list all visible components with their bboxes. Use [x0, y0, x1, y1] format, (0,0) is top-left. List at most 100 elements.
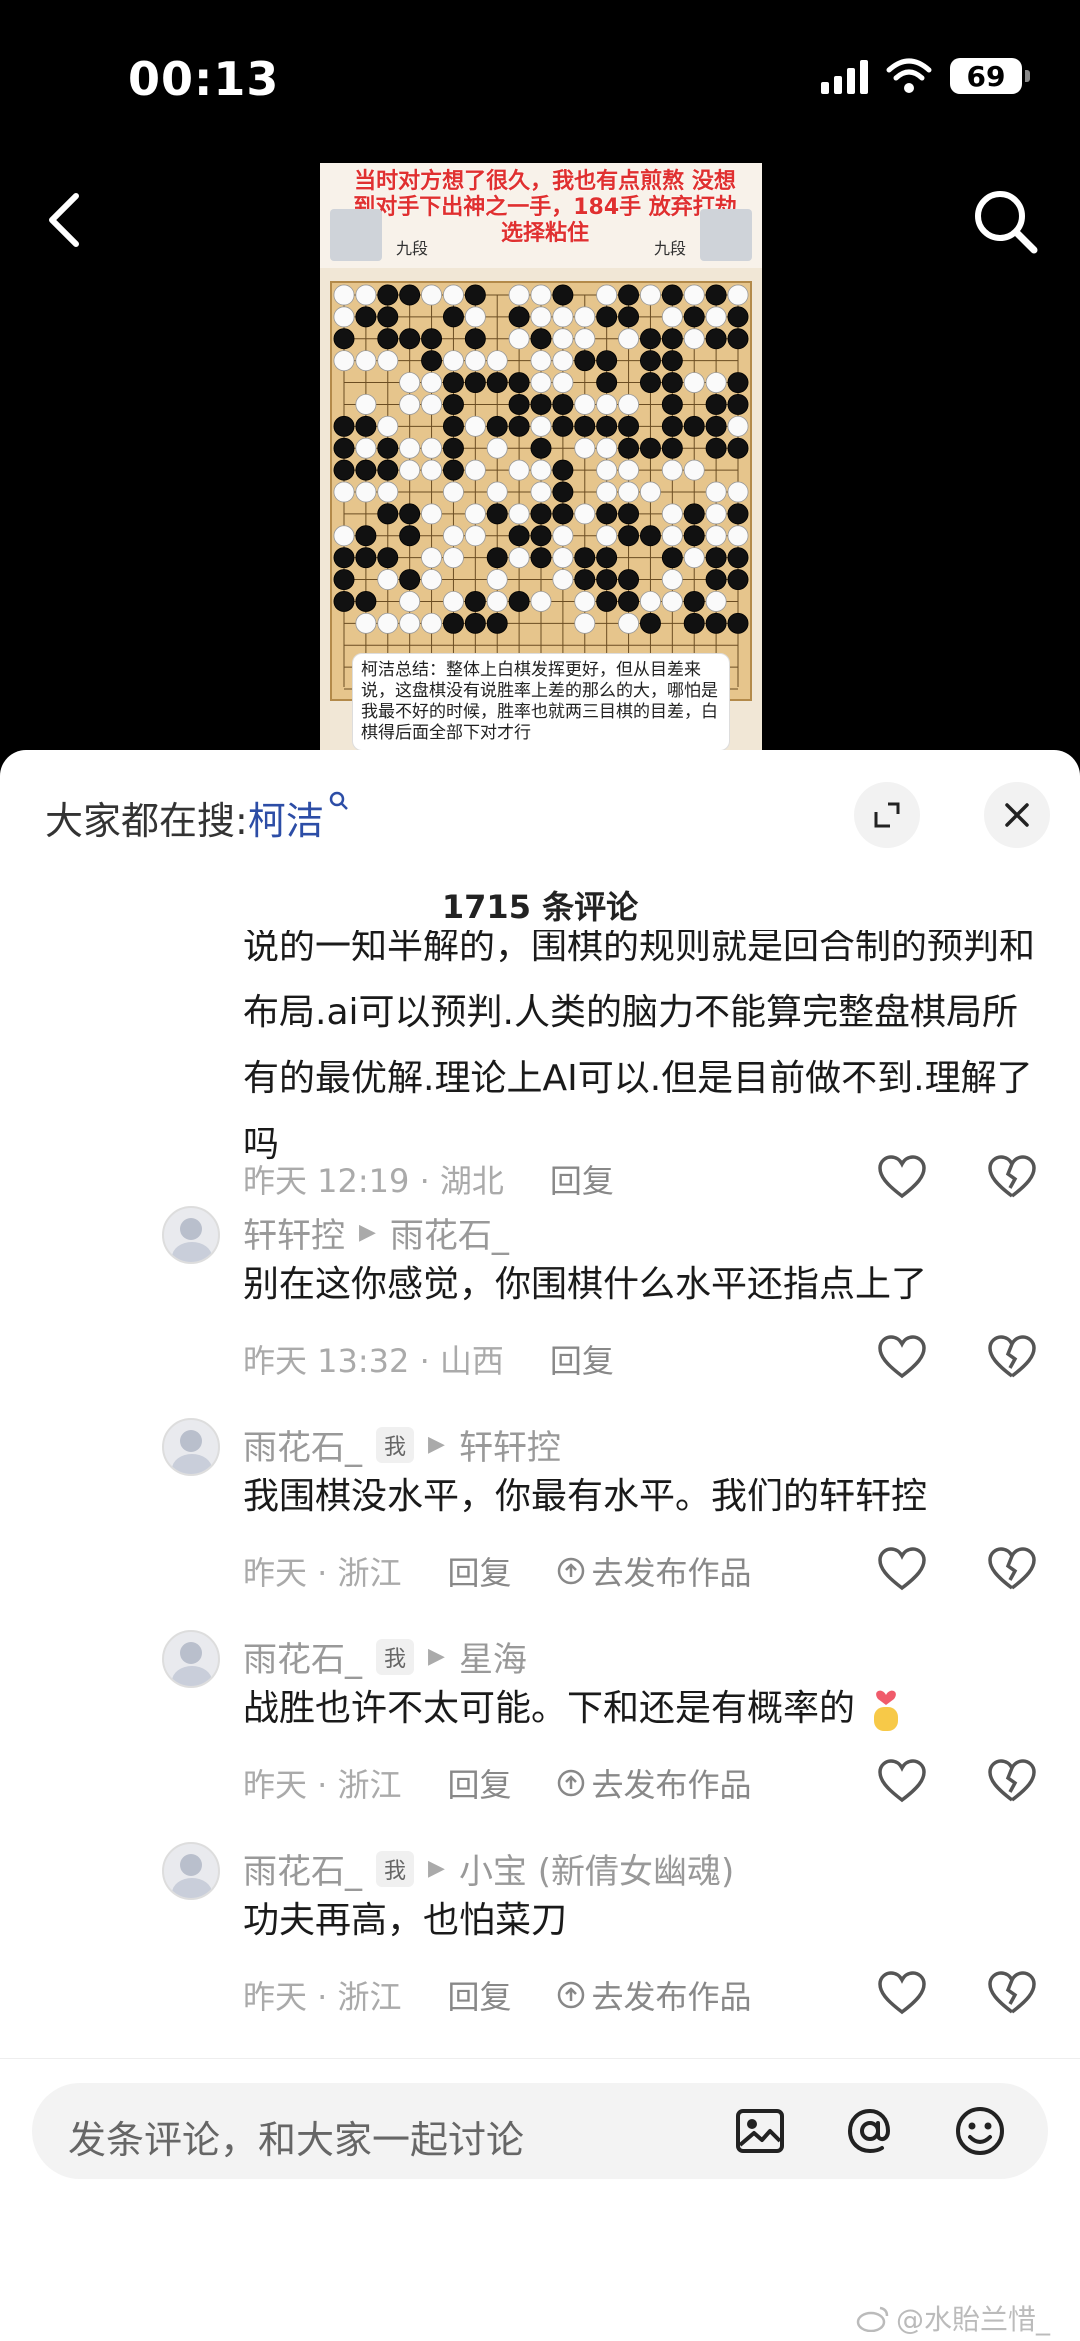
trending-search[interactable]: 大家都在搜:柯洁: [45, 790, 350, 845]
expand-button[interactable]: [854, 782, 920, 848]
black-stone: [661, 415, 683, 437]
player-left-avatar: [330, 209, 382, 261]
black-stone: [333, 415, 355, 437]
reply-button[interactable]: 回复: [448, 1760, 512, 1806]
black-stone: [377, 284, 399, 306]
black-stone: [596, 590, 618, 612]
dislike-broken-heart-icon[interactable]: [986, 1756, 1038, 1808]
comment-reply-to[interactable]: 星海: [459, 1632, 527, 1681]
comment-header: 雨花石_ 我 ▶ 星海: [243, 1632, 527, 1681]
image-icon[interactable]: [730, 2101, 790, 2161]
dislike-broken-heart-icon[interactable]: [986, 1332, 1038, 1384]
comment-author[interactable]: 雨花石_: [243, 1844, 362, 1893]
comment-list[interactable]: 说的一知半解的，围棋的规则就是回合制的预判和布局.ai可以预判.人类的脑力不能算…: [0, 930, 1080, 2058]
comment-author[interactable]: 轩轩控: [243, 1208, 345, 1257]
reply-button[interactable]: 回复: [448, 1972, 512, 2018]
reply-arrow-icon: ▶: [428, 1432, 445, 1457]
black-stone: [355, 306, 377, 328]
black-stone: [355, 547, 377, 569]
white-stone: [618, 393, 640, 415]
dislike-broken-heart-icon[interactable]: [986, 1968, 1038, 2020]
white-stone: [552, 328, 574, 350]
comment-text: 战胜也许不太可能。下和还是有概率的: [243, 1688, 856, 1729]
back-icon[interactable]: [40, 190, 90, 250]
comment-time-location: 昨天 · 浙江: [243, 1766, 402, 1804]
like-heart-icon[interactable]: [876, 1152, 928, 1204]
reply-button[interactable]: 回复: [550, 1156, 614, 1202]
comment-input[interactable]: 发条评论，和大家一起讨论: [32, 2083, 1048, 2179]
black-stone: [639, 612, 661, 634]
black-stone: [618, 503, 640, 525]
reply-button[interactable]: 回复: [550, 1336, 614, 1382]
avatar[interactable]: [162, 1418, 220, 1476]
expand-icon: [874, 802, 900, 828]
weibo-logo-icon: [856, 2306, 889, 2332]
search-icon[interactable]: [970, 186, 1040, 256]
emoji-icon[interactable]: [950, 2101, 1010, 2161]
black-stone: [399, 569, 421, 591]
avatar[interactable]: [162, 1630, 220, 1688]
white-stone: [399, 437, 421, 459]
like-heart-icon[interactable]: [876, 1332, 928, 1384]
mention-at-icon[interactable]: [840, 2101, 900, 2161]
publish-work-button[interactable]: 去发布作品: [556, 1972, 752, 2018]
dislike-broken-heart-icon[interactable]: [986, 1152, 1038, 1204]
black-stone: [355, 459, 377, 481]
white-stone: [377, 481, 399, 503]
black-stone: [508, 525, 530, 547]
white-stone: [727, 415, 749, 437]
white-stone: [574, 590, 596, 612]
black-stone: [552, 393, 574, 415]
black-stone: [552, 481, 574, 503]
avatar[interactable]: [162, 1842, 220, 1900]
black-stone: [355, 590, 377, 612]
black-stone: [399, 328, 421, 350]
player-right-rank: 九段: [653, 239, 686, 258]
white-stone: [333, 481, 355, 503]
black-stone: [377, 459, 399, 481]
black-stone: [486, 547, 508, 569]
white-stone: [442, 590, 464, 612]
white-stone: [508, 328, 530, 350]
like-heart-icon[interactable]: [876, 1756, 928, 1808]
trending-keyword[interactable]: 柯洁: [248, 799, 324, 843]
black-stone: [486, 372, 508, 394]
white-stone: [683, 328, 705, 350]
black-stone: [661, 284, 683, 306]
dislike-broken-heart-icon[interactable]: [986, 1544, 1038, 1596]
white-stone: [618, 328, 640, 350]
black-stone: [333, 328, 355, 350]
publish-work-button[interactable]: 去发布作品: [556, 1760, 752, 1806]
white-stone: [442, 547, 464, 569]
comment-reply-to[interactable]: 小宝 (新倩女幽魂): [459, 1844, 734, 1893]
black-stone: [639, 372, 661, 394]
like-heart-icon[interactable]: [876, 1544, 928, 1596]
black-stone: [618, 590, 640, 612]
video-player[interactable]: 当时对方想了很久，我也有点煎熬 没想到对手下出神之一手，184手 放弃打劫选择粘…: [320, 163, 762, 753]
black-stone: [639, 328, 661, 350]
comment-header: 雨花石_ 我 ▶ 轩轩控: [243, 1420, 561, 1469]
white-stone: [705, 503, 727, 525]
close-button[interactable]: [984, 782, 1050, 848]
white-stone: [333, 284, 355, 306]
white-stone: [333, 525, 355, 547]
reply-button[interactable]: 回复: [448, 1548, 512, 1594]
white-stone: [552, 350, 574, 372]
black-stone: [530, 503, 552, 525]
comment-reply-to[interactable]: 雨花石_: [390, 1208, 509, 1257]
avatar[interactable]: [162, 1206, 220, 1264]
comment-time-location: 昨天 · 浙江: [243, 1554, 402, 1592]
comment-count: 1715 条评论: [441, 888, 639, 926]
white-stone: [552, 525, 574, 547]
publish-work-button[interactable]: 去发布作品: [556, 1548, 752, 1594]
white-stone: [508, 284, 530, 306]
comment-reply-to[interactable]: 轩轩控: [459, 1420, 561, 1469]
comment-author[interactable]: 雨花石_: [243, 1632, 362, 1681]
white-stone: [683, 284, 705, 306]
white-stone: [442, 284, 464, 306]
white-stone: [355, 481, 377, 503]
black-stone: [442, 612, 464, 634]
comment-author[interactable]: 雨花石_: [243, 1420, 362, 1469]
like-heart-icon[interactable]: [876, 1968, 928, 2020]
black-stone: [552, 503, 574, 525]
